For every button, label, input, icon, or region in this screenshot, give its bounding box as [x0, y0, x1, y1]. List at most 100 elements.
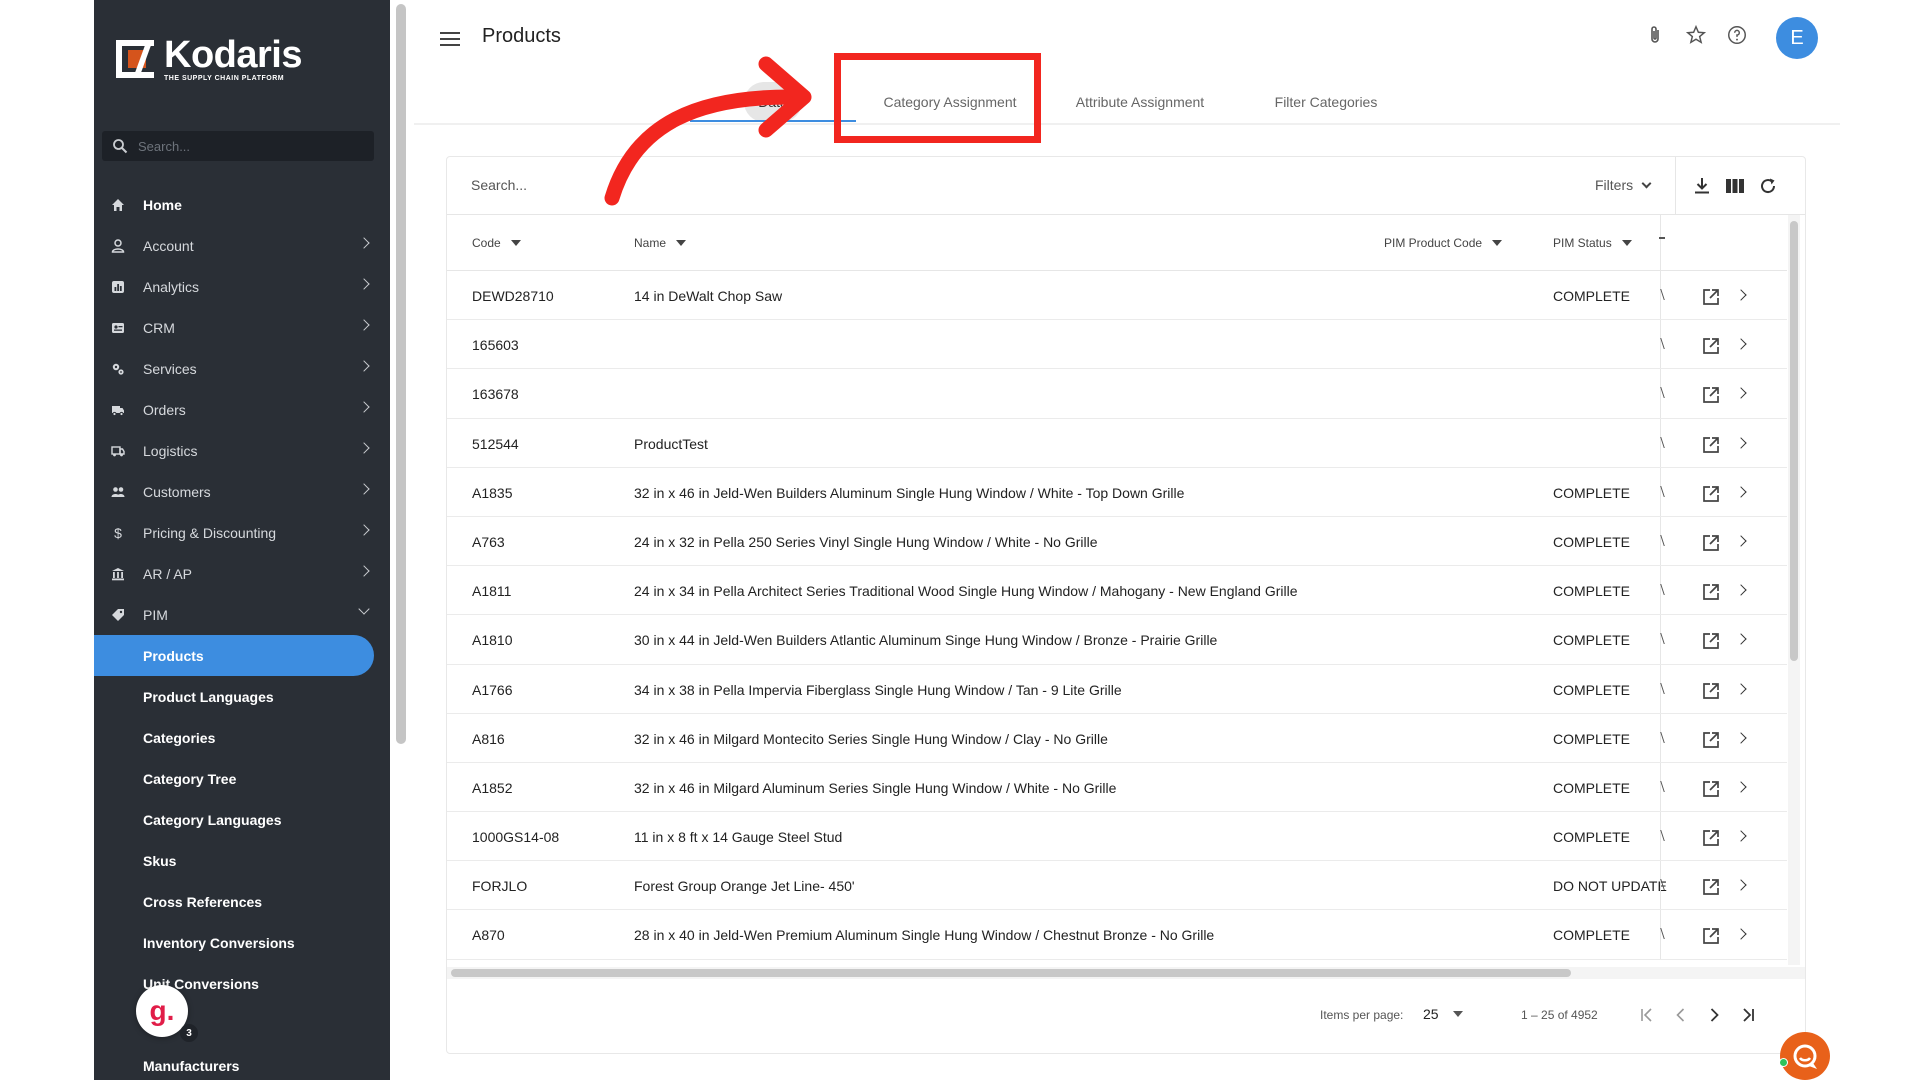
table-row[interactable]: 163678: [447, 369, 1787, 419]
refresh-icon[interactable]: [1757, 175, 1779, 197]
sidebar-item-category-tree[interactable]: Category Tree: [94, 758, 390, 799]
table-row[interactable]: 512544 ProductTest: [447, 418, 1787, 468]
sidebar-item-categories[interactable]: Categories: [94, 717, 390, 758]
chevron-right-icon[interactable]: [1735, 535, 1747, 547]
open-in-new-icon[interactable]: [1701, 533, 1721, 553]
sidebar-item-pim[interactable]: PIM: [94, 594, 390, 635]
chevron-right-icon[interactable]: [1735, 879, 1747, 891]
chevron-right-icon[interactable]: [1735, 682, 1747, 695]
column-header-name[interactable]: Name: [634, 236, 687, 250]
table-row[interactable]: 165603: [447, 320, 1787, 370]
column-header-code[interactable]: Code: [472, 236, 521, 250]
table-vertical-scrollbar[interactable]: [1788, 215, 1800, 965]
filters-button[interactable]: Filters: [1595, 177, 1652, 193]
sidebar-item-pricing[interactable]: $ Pricing & Discounting: [94, 512, 390, 553]
open-in-new-icon[interactable]: [1701, 582, 1721, 602]
chevron-right-icon[interactable]: [1735, 928, 1747, 941]
chevron-right-icon[interactable]: [1735, 781, 1747, 793]
bank-icon: [111, 567, 125, 581]
open-in-new-icon[interactable]: [1701, 287, 1721, 307]
sidebar-item-products[interactable]: Products: [94, 635, 374, 676]
open-in-new-icon[interactable]: [1701, 681, 1721, 701]
columns-icon[interactable]: [1724, 175, 1746, 197]
sidebar-item-ar-ap[interactable]: AR / AP: [94, 553, 390, 594]
column-header-pim-status[interactable]: PIM Status: [1553, 236, 1632, 250]
table-row[interactable]: A870 28 in x 40 in Jeld-Wen Premium Alumi…: [447, 910, 1787, 960]
sidebar-item-orders[interactable]: Orders: [94, 389, 390, 430]
table-row[interactable]: 1000GS14-08 11 in x 8 ft x 14 Gauge Steel…: [447, 812, 1787, 862]
chevron-right-icon[interactable]: [1735, 633, 1747, 645]
open-in-new-icon[interactable]: [1701, 926, 1721, 946]
cell-pim-status: COMPLETE: [1553, 533, 1631, 550]
chevron-right-icon[interactable]: [1735, 289, 1747, 301]
table-row[interactable]: A1835 32 in x 46 in Jeld-Wen Builders Alu…: [447, 467, 1787, 517]
sidebar-item-services[interactable]: Services: [94, 348, 390, 389]
items-per-page-select[interactable]: 25: [1423, 1006, 1463, 1022]
sidebar-item-home[interactable]: Home: [94, 184, 390, 225]
open-in-new-icon[interactable]: [1701, 779, 1721, 799]
cell-name: 32 in x 46 in Jeld-Wen Builders Aluminum…: [634, 484, 1185, 501]
table-row[interactable]: A763 24 in x 32 in Pella 250 Series Vinyl…: [447, 516, 1787, 567]
paginator: Items per page: 25 1 – 25 of 4952: [447, 981, 1805, 1053]
chevron-right-icon[interactable]: [1735, 830, 1747, 842]
sidebar-item-logistics[interactable]: Logistics: [94, 430, 390, 471]
column-header-pim-product-code[interactable]: PIM Product Code: [1384, 236, 1503, 250]
first-page-icon[interactable]: [1635, 1003, 1659, 1027]
sticky-column-divider: [1660, 215, 1661, 270]
download-icon[interactable]: [1691, 175, 1713, 197]
table-row[interactable]: A816 32 in x 46 in Milgard Montecito Seri…: [447, 713, 1787, 763]
scrollbar-thumb[interactable]: [1790, 221, 1798, 661]
chevron-right-icon[interactable]: [1735, 387, 1747, 400]
previous-page-icon[interactable]: [1669, 1003, 1693, 1027]
table-row[interactable]: A1811 24 in x 34 in Pella Architect Serie…: [447, 566, 1787, 616]
table-search-input[interactable]: Search...: [471, 177, 527, 193]
open-in-new-icon[interactable]: [1701, 484, 1721, 504]
table-row[interactable]: A1852 32 in x 46 in Milgard Aluminum Seri…: [447, 762, 1787, 813]
chevron-right-icon[interactable]: [1735, 436, 1747, 449]
dollar-icon: $: [114, 524, 122, 541]
table-horizontal-scrollbar[interactable]: [447, 967, 1805, 979]
chevron-right-icon[interactable]: [1735, 338, 1747, 350]
star-icon[interactable]: [1685, 24, 1707, 46]
chat-icon[interactable]: [1780, 1032, 1830, 1080]
open-in-new-icon[interactable]: [1701, 435, 1721, 455]
open-in-new-icon[interactable]: [1701, 730, 1721, 750]
table-row[interactable]: FORJLO Forest Group Orange Jet Line- 450'…: [447, 861, 1787, 911]
sidebar-item-category-languages[interactable]: Category Languages: [94, 799, 390, 840]
sidebar-search-input[interactable]: Search...: [102, 131, 374, 161]
kodaris-logo[interactable]: Kodaris THE SUPPLY CHAIN PLATFORM: [112, 34, 302, 84]
sidebar-scrollbar[interactable]: [396, 4, 406, 744]
scrollbar-thumb[interactable]: [451, 969, 1571, 977]
last-page-icon[interactable]: [1736, 1003, 1760, 1027]
sidebar-item-skus[interactable]: Skus: [94, 840, 390, 881]
tab-filter-categories[interactable]: Filter Categories: [1236, 82, 1416, 122]
sidebar-item-customers[interactable]: Customers: [94, 471, 390, 512]
table-row[interactable]: A1810 30 in x 44 in Jeld-Wen Builders Atl…: [447, 615, 1787, 665]
table-row[interactable]: A1766 34 in x 38 in Pella Impervia Fiberg…: [447, 664, 1787, 714]
avatar[interactable]: E: [1776, 17, 1818, 59]
menu-icon[interactable]: [440, 32, 460, 46]
sidebar-item-analytics[interactable]: Analytics: [94, 266, 390, 307]
open-in-new-icon[interactable]: [1701, 828, 1721, 848]
open-in-new-icon[interactable]: [1701, 385, 1721, 405]
open-in-new-icon[interactable]: [1701, 877, 1721, 897]
sidebar-item-manufacturers[interactable]: Manufacturers: [94, 1045, 390, 1080]
table-row[interactable]: DEWD28710 14 in DeWalt Chop Saw COMPLETE: [447, 271, 1787, 321]
highlight-box: [834, 53, 1041, 143]
sidebar-item-product-languages[interactable]: Product Languages: [94, 676, 390, 717]
help-icon[interactable]: [1726, 24, 1748, 46]
open-in-new-icon[interactable]: [1701, 631, 1721, 651]
tab-attribute-assignment[interactable]: Attribute Assignment: [1044, 82, 1236, 122]
sidebar-item-crm[interactable]: CRM: [94, 307, 390, 348]
sidebar-item-account[interactable]: Account: [94, 225, 390, 266]
chevron-right-icon[interactable]: [1735, 732, 1747, 744]
paperclip-icon[interactable]: [1644, 24, 1666, 46]
sidebar-item-inventory-conversions[interactable]: Inventory Conversions: [94, 922, 390, 963]
chevron-right-icon[interactable]: [1735, 486, 1747, 498]
chevron-right-icon[interactable]: [1735, 584, 1747, 596]
sidebar-item-cross-references[interactable]: Cross References: [94, 881, 390, 922]
open-in-new-icon[interactable]: [1701, 336, 1721, 356]
cell-code: A816: [472, 730, 505, 747]
next-page-icon[interactable]: [1702, 1003, 1726, 1027]
truncated-cell: [1657, 731, 1665, 743]
